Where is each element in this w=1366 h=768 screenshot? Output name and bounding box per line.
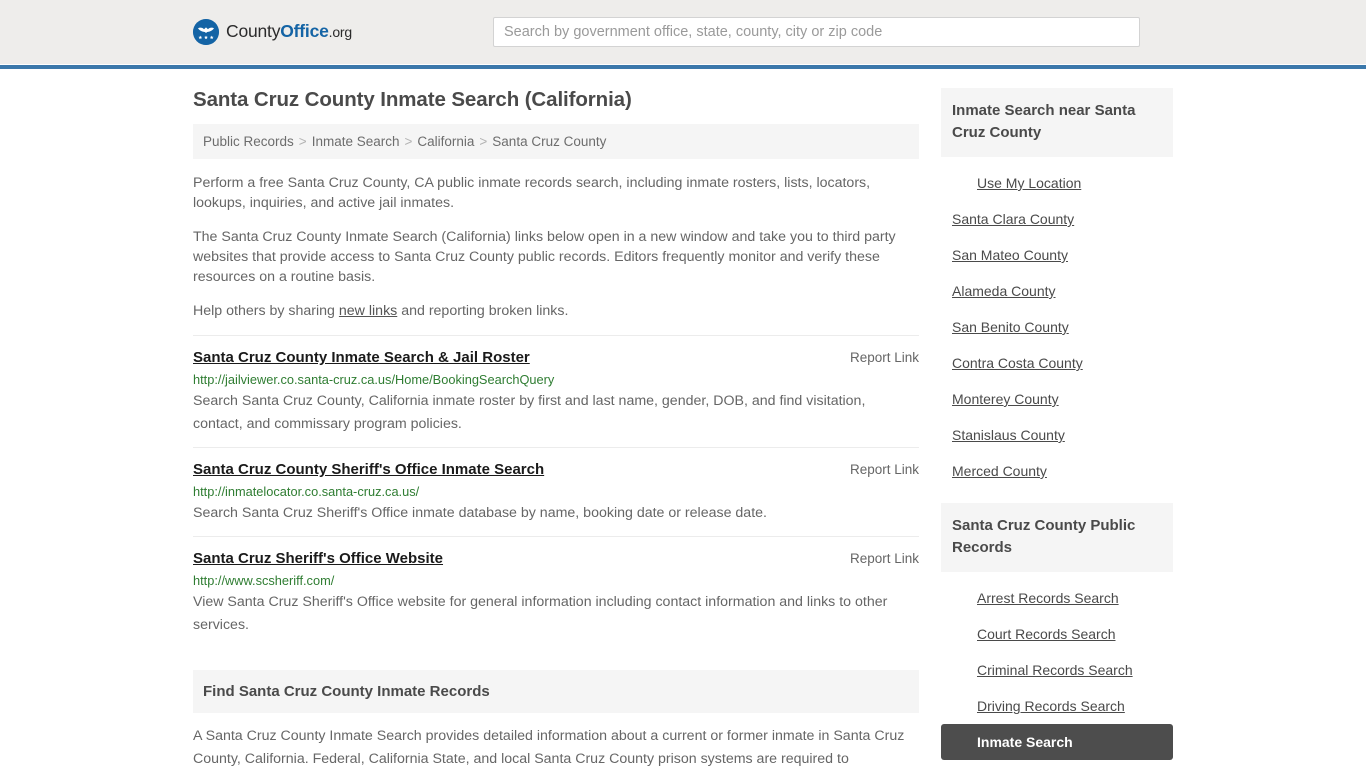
sidebar-card-near: Inmate Search near Santa Cruz County Use… [941, 88, 1173, 489]
result-title-link[interactable]: Santa Cruz County Inmate Search & Jail R… [193, 349, 530, 366]
list-item: San Mateo County [941, 237, 1173, 273]
result-item: Santa Cruz County Inmate Search & Jail R… [193, 335, 919, 447]
list-item: Alameda County [941, 273, 1173, 309]
breadcrumb-item[interactable]: Public Records [203, 134, 294, 149]
result-url[interactable]: http://inmatelocator.co.santa-cruz.ca.us… [193, 484, 919, 499]
list-item: Criminal Records Search [941, 652, 1173, 688]
intro-paragraph-1: Perform a free Santa Cruz County, CA pub… [193, 175, 871, 211]
result-title-link[interactable]: Santa Cruz Sheriff's Office Website [193, 550, 443, 567]
sidebar-records-heading: Santa Cruz County Public Records [941, 503, 1173, 572]
list-item: Stanislaus County [941, 417, 1173, 453]
main-column: Santa Cruz County Inmate Search (Califor… [193, 88, 919, 768]
result-description: Search Santa Cruz Sheriff's Office inmat… [193, 505, 767, 521]
sidebar-item-inmate-search[interactable]: Inmate Search [941, 724, 1173, 760]
result-item: Santa Cruz Sheriff's Office Website Repor… [193, 536, 919, 648]
result-description: Search Santa Cruz County, California inm… [193, 393, 866, 432]
result-title-link[interactable]: Santa Cruz County Sheriff's Office Inmat… [193, 461, 544, 478]
list-item: Use My Location [941, 165, 1173, 201]
breadcrumb-item[interactable]: California [417, 134, 474, 149]
breadcrumb-item: Santa Cruz County [492, 134, 607, 149]
breadcrumb-separator: > [404, 134, 413, 149]
content-container: Santa Cruz County Inmate Search (Califor… [193, 64, 1173, 768]
find-records-body: A Santa Cruz County Inmate Search provid… [193, 728, 905, 767]
list-item: Court Records Search [941, 616, 1173, 652]
sidebar-item-use-my-location[interactable]: Use My Location [941, 165, 1173, 201]
results-list: Santa Cruz County Inmate Search & Jail R… [193, 335, 919, 648]
sidebar-records-list: Arrest Records Search Court Records Searc… [941, 572, 1173, 760]
sidebar-item-san-mateo-county[interactable]: San Mateo County [941, 237, 1173, 273]
sidebar-near-heading: Inmate Search near Santa Cruz County [941, 88, 1173, 157]
sidebar-item-arrest-records-search[interactable]: Arrest Records Search [941, 580, 1173, 616]
report-link-button[interactable]: Report Link [850, 350, 919, 365]
breadcrumb-separator: > [479, 134, 488, 149]
sidebar-item-court-records-search[interactable]: Court Records Search [941, 616, 1173, 652]
eagle-shield-icon [193, 19, 219, 45]
result-header-row: Santa Cruz Sheriff's Office Website Repor… [193, 550, 919, 567]
help-line: Help others by sharing new links and rep… [193, 301, 919, 321]
list-item: San Benito County [941, 309, 1173, 345]
breadcrumb: Public Records > Inmate Search > California >… [193, 124, 919, 159]
list-item: Driving Records Search [941, 688, 1173, 724]
report-link-button[interactable]: Report Link [850, 551, 919, 566]
result-header-row: Santa Cruz County Inmate Search & Jail R… [193, 349, 919, 366]
sidebar-item-driving-records-search[interactable]: Driving Records Search [941, 688, 1173, 724]
list-item: Contra Costa County [941, 345, 1173, 381]
help-line-after: and reporting broken links. [397, 303, 569, 319]
logo-text-office: Office [280, 21, 329, 42]
list-item: Arrest Records Search [941, 580, 1173, 616]
search-input[interactable] [493, 17, 1140, 47]
sidebar-item-santa-clara-county[interactable]: Santa Clara County [941, 201, 1173, 237]
sidebar-item-stanislaus-county[interactable]: Stanislaus County [941, 417, 1173, 453]
list-item: Merced County [941, 453, 1173, 489]
result-item: Santa Cruz County Sheriff's Office Inmat… [193, 447, 919, 536]
breadcrumb-item[interactable]: Inmate Search [312, 134, 400, 149]
sidebar-item-monterey-county[interactable]: Monterey County [941, 381, 1173, 417]
breadcrumb-separator: > [298, 134, 307, 149]
list-item: Santa Clara County [941, 201, 1173, 237]
result-url[interactable]: http://jailviewer.co.santa-cruz.ca.us/Ho… [193, 372, 919, 387]
sidebar-near-list: Use My Location Santa Clara County San Mat… [941, 157, 1173, 489]
new-links-link[interactable]: new links [339, 303, 397, 319]
site-header: CountyOffice.org [0, 0, 1366, 69]
sidebar-item-contra-costa-county[interactable]: Contra Costa County [941, 345, 1173, 381]
sidebar: Inmate Search near Santa Cruz County Use… [941, 88, 1173, 768]
sidebar-item-alameda-county[interactable]: Alameda County [941, 273, 1173, 309]
sidebar-card-records: Santa Cruz County Public Records Arrest … [941, 503, 1173, 760]
report-link-button[interactable]: Report Link [850, 462, 919, 477]
result-description: View Santa Cruz Sheriff's Office website… [193, 594, 888, 633]
help-line-before: Help others by sharing [193, 303, 339, 319]
logo-text-org: .org [328, 24, 353, 41]
logo-text-county: County [226, 21, 281, 42]
list-item: Inmate Search [941, 724, 1173, 760]
sidebar-item-criminal-records-search[interactable]: Criminal Records Search [941, 652, 1173, 688]
sidebar-item-san-benito-county[interactable]: San Benito County [941, 309, 1173, 345]
sidebar-item-merced-county[interactable]: Merced County [941, 453, 1173, 489]
list-item: Monterey County [941, 381, 1173, 417]
page-title: Santa Cruz County Inmate Search (Califor… [193, 88, 632, 111]
find-records-heading: Find Santa Cruz County Inmate Records [193, 670, 919, 713]
page-body: Santa Cruz County Inmate Search (Califor… [0, 64, 1366, 768]
result-url[interactable]: http://www.scsheriff.com/ [193, 573, 919, 588]
logo-wordmark: CountyOffice.org [226, 23, 352, 41]
site-logo[interactable]: CountyOffice.org [193, 19, 352, 45]
result-header-row: Santa Cruz County Sheriff's Office Inmat… [193, 461, 919, 478]
intro-paragraph-2: The Santa Cruz County Inmate Search (Cal… [193, 229, 896, 285]
